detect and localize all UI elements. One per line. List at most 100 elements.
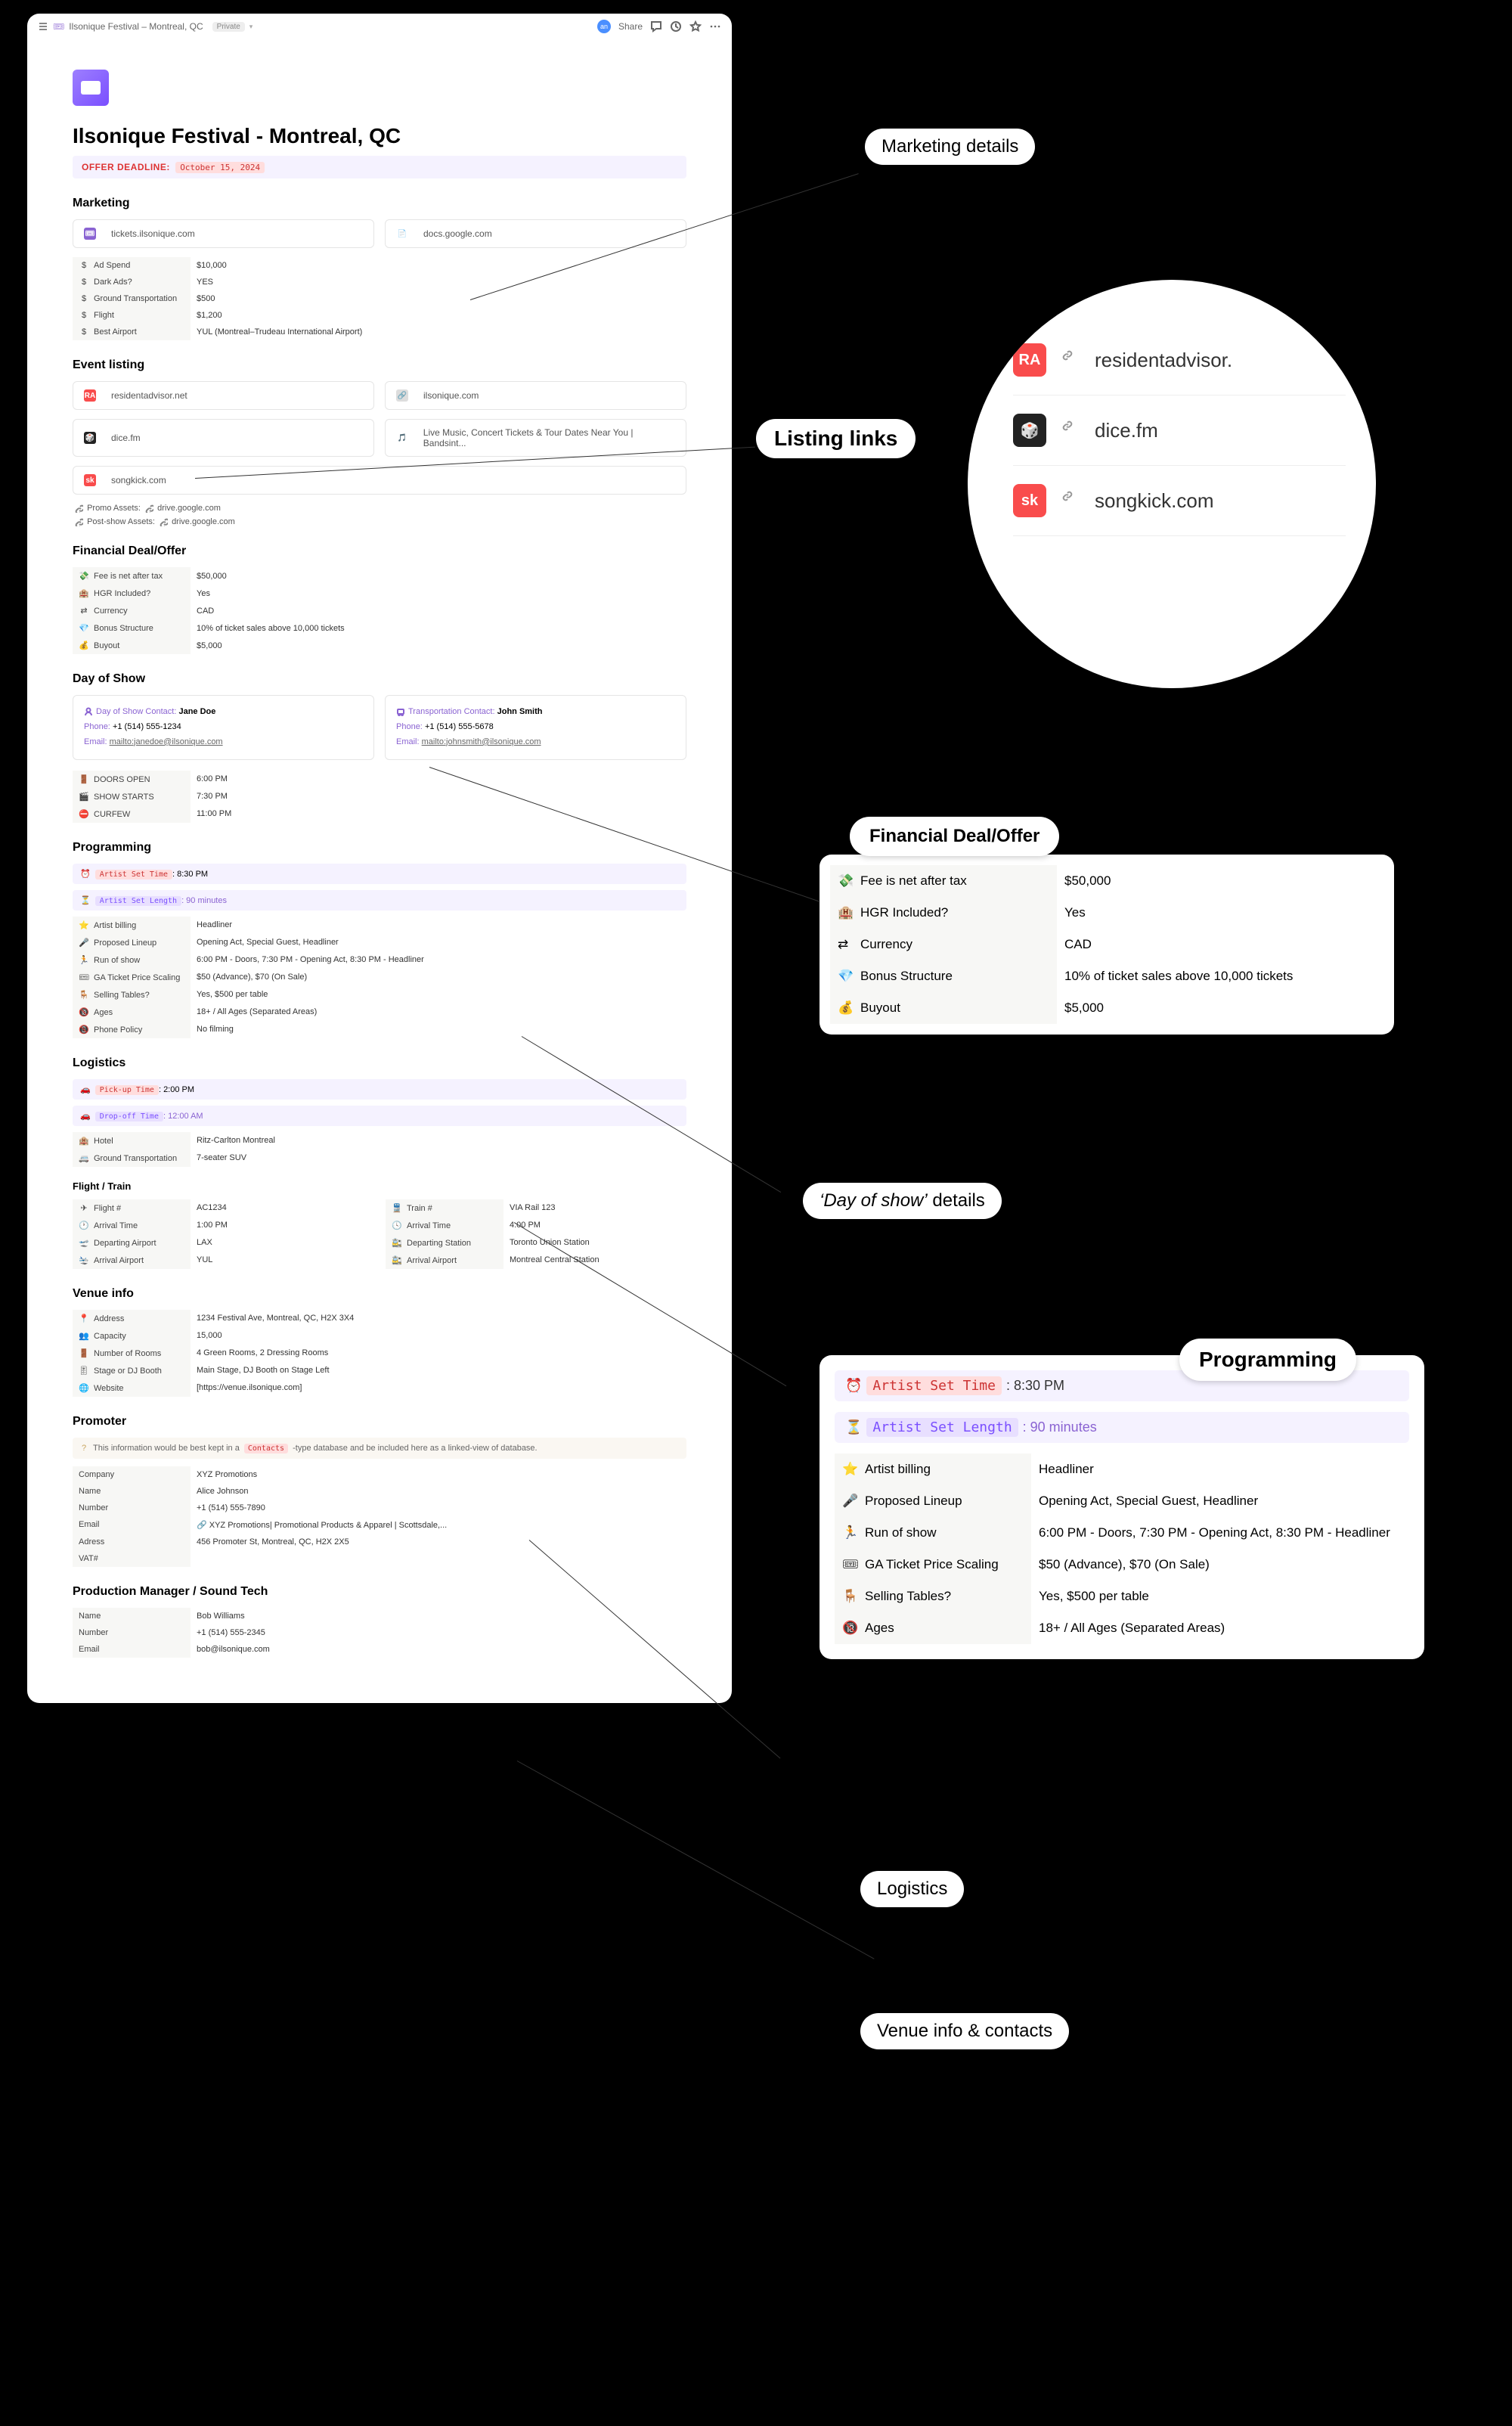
table-row: 💸Fee is net after tax$50,000 (830, 865, 1383, 897)
venue-table: 📍Address1234 Festival Ave, Montreal, QC,… (73, 1310, 686, 1397)
table-row: ⭐Artist billingHeadliner (835, 1453, 1409, 1485)
clock-icon[interactable] (670, 20, 682, 33)
table-row: $Best AirportYUL (Montreal–Trudeau Inter… (73, 324, 686, 340)
table-row: NameBob Williams (73, 1608, 686, 1624)
table-row: 🏨HotelRitz-Carlton Montreal (73, 1132, 686, 1149)
bookmark[interactable]: 🎟tickets.ilsonique.com (73, 219, 374, 248)
table-row: 🏨HGR Included?Yes (830, 897, 1383, 929)
zoom-listing-row[interactable]: sksongkick.com (1013, 466, 1346, 536)
contact-cards: Day of Show Contact: Jane Doe Phone: +1 … (73, 695, 686, 759)
dropoff-callout: 🚗Drop-off Time: 12:00 AM (73, 1106, 686, 1126)
table-row: VAT# (73, 1550, 686, 1567)
table-row: 🔞Ages18+ / All Ages (Separated Areas) (73, 1004, 686, 1021)
offer-date: October 15, 2024 (175, 162, 265, 173)
offer-deadline-callout: OFFER DEADLINE: October 15, 2024 (73, 156, 686, 178)
table-row: ⇄CurrencyCAD (73, 602, 686, 619)
promoter-heading: Promoter (73, 1415, 686, 1429)
page-content: Ilsonique Festival - Montreal, QC OFFER … (27, 39, 732, 1703)
table-row: CompanyXYZ Promotions (73, 1466, 686, 1483)
breadcrumb[interactable]: Ilsonique Festival – Montreal, QC (69, 21, 203, 32)
zoom-listing-row[interactable]: 🎲dice.fm (1013, 396, 1346, 466)
table-row: 🪑Selling Tables?Yes, $500 per table (835, 1581, 1409, 1612)
table-row: ⛔CURFEW11:00 PM (73, 805, 686, 823)
financial-heading: Financial Deal/Offer (73, 544, 686, 558)
table-row: 🎬SHOW STARTS7:30 PM (73, 788, 686, 805)
set-time-callout: ⏰Artist Set Time: 8:30 PM (73, 864, 686, 884)
table-row: Number+1 (514) 555-2345 (73, 1624, 686, 1641)
listing-bookmark[interactable]: 🎲dice.fm (73, 419, 374, 457)
offer-label: OFFER DEADLINE: (82, 162, 170, 172)
table-row: $Dark Ads?YES (73, 274, 686, 290)
zoom-financial: Financial Deal/Offer 💸Fee is net after t… (820, 855, 1394, 1035)
pickup-callout: 🚗Pick-up Time: 2:00 PM (73, 1079, 686, 1100)
venue-heading: Venue info (73, 1287, 686, 1301)
table-row: 💎Bonus Structure10% of ticket sales abov… (73, 619, 686, 637)
table-row: 📵Phone PolicyNo filming (73, 1021, 686, 1038)
table-row: Number+1 (514) 555-7890 (73, 1500, 686, 1516)
table-row: 🌐Website[https://venue.ilsonique.com] (73, 1379, 686, 1397)
marketing-heading: Marketing (73, 197, 686, 210)
avatar[interactable]: an (597, 20, 611, 33)
promo-assets-row: Promo Assets: drive.google.com (73, 504, 686, 513)
table-row: 🛫Departing AirportLAX (73, 1234, 373, 1252)
flight-train-heading: Flight / Train (73, 1180, 686, 1192)
train-table: 🚆Train #VIA Rail 123🕓Arrival Time4:00 PM… (386, 1199, 686, 1269)
zoom-listing-links: RAresidentadvisor.🎲dice.fmsksongkick.com (968, 280, 1376, 688)
table-row: ⭐Artist billingHeadliner (73, 917, 686, 934)
table-row: ⇄CurrencyCAD (830, 929, 1383, 960)
zoom-programming: ⏰Artist Set Time: 8:30 PM ⏳Artist Set Le… (820, 1355, 1424, 1659)
table-row: 🏨HGR Included?Yes (73, 585, 686, 602)
menu-icon[interactable] (38, 21, 48, 32)
table-row: Emailbob@ilsonique.com (73, 1641, 686, 1658)
table-row: 🕓Arrival Time4:00 PM (386, 1217, 686, 1234)
table-row: ✈Flight #AC1234 (73, 1199, 373, 1217)
logistics-table: 🏨HotelRitz-Carlton Montreal🚐Ground Trans… (73, 1132, 686, 1167)
listing-bookmark[interactable]: 🎵Live Music, Concert Tickets & Tour Date… (385, 419, 686, 457)
table-row: 💰Buyout$5,000 (73, 637, 686, 654)
window-topbar: 🎟 Ilsonique Festival – Montreal, QC Priv… (27, 14, 732, 39)
notion-window: 🎟 Ilsonique Festival – Montreal, QC Priv… (27, 14, 732, 1703)
table-row: 💰Buyout$5,000 (830, 992, 1383, 1024)
listing-heading: Event listing (73, 358, 686, 372)
listing-bookmark[interactable]: 🔗ilsonique.com (385, 381, 686, 410)
table-row: 🛬Arrival AirportYUL (73, 1252, 373, 1269)
dayofshow-times-table: 🚪DOORS OPEN6:00 PM🎬SHOW STARTS7:30 PM⛔CU… (73, 771, 686, 823)
dayofshow-contact-card: Day of Show Contact: Jane Doe Phone: +1 … (73, 695, 374, 759)
listing-bookmark[interactable]: RAresidentadvisor.net (73, 381, 374, 410)
table-row: 🚪DOORS OPEN6:00 PM (73, 771, 686, 788)
share-button[interactable]: Share (618, 21, 643, 32)
programming-heading: Programming (73, 841, 686, 855)
annotation-logistics: Logistics (860, 1871, 964, 1907)
table-row: $Ground Transportation$500 (73, 290, 686, 307)
star-icon[interactable] (689, 20, 702, 33)
table-row: 🔞Ages18+ / All Ages (Separated Areas) (835, 1612, 1409, 1644)
annotation-venue: Venue info & contacts (860, 2013, 1069, 2049)
chevron-down-icon[interactable]: ▾ (249, 23, 253, 31)
table-row: Email🔗 XYZ Promotions| Promotional Produ… (73, 1516, 686, 1534)
table-row: 🎤Proposed LineupOpening Act, Special Gue… (835, 1485, 1409, 1517)
table-row: 🎚Stage or DJ BoothMain Stage, DJ Booth o… (73, 1362, 686, 1379)
listing-grid: RAresidentadvisor.net 🔗ilsonique.com 🎲dice… (73, 381, 686, 495)
table-row: 🚪Number of Rooms4 Green Rooms, 2 Dressin… (73, 1345, 686, 1362)
table-row: 🎟GA Ticket Price Scaling$50 (Advance), $… (835, 1549, 1409, 1581)
zoom-listing-row[interactable]: RAresidentadvisor. (1013, 325, 1346, 396)
annotation-dayofshow: ‘Day of show’ details (803, 1183, 1002, 1219)
financial-table: 💸Fee is net after tax$50,000🏨HGR Include… (73, 567, 686, 654)
annotation-programming: Programming (1179, 1339, 1356, 1381)
comment-icon[interactable] (650, 20, 662, 33)
promoter-note: ? This information would be best kept in… (73, 1438, 686, 1459)
table-row: 🏃Run of show6:00 PM - Doors, 7:30 PM - O… (835, 1517, 1409, 1549)
table-row: 🚉Arrival AirportMontreal Central Station (386, 1252, 686, 1269)
table-row: 🎟GA Ticket Price Scaling$50 (Advance), $… (73, 969, 686, 986)
table-row: 🎤Proposed LineupOpening Act, Special Gue… (73, 934, 686, 951)
annotation-listing: Listing links (756, 419, 916, 458)
listing-bookmark[interactable]: sksongkick.com (73, 466, 686, 495)
more-icon[interactable] (709, 20, 721, 33)
marketing-bookmarks: 🎟tickets.ilsonique.com📄docs.google.com (73, 219, 686, 248)
logistics-heading: Logistics (73, 1056, 686, 1070)
annotation-financial: Financial Deal/Offer (850, 817, 1059, 856)
table-row: 🏃Run of show6:00 PM - Doors, 7:30 PM - O… (73, 951, 686, 969)
page-icon[interactable] (73, 70, 109, 106)
postshow-assets-row: Post-show Assets: drive.google.com (73, 517, 686, 526)
table-row: 🚐Ground Transportation7-seater SUV (73, 1149, 686, 1167)
